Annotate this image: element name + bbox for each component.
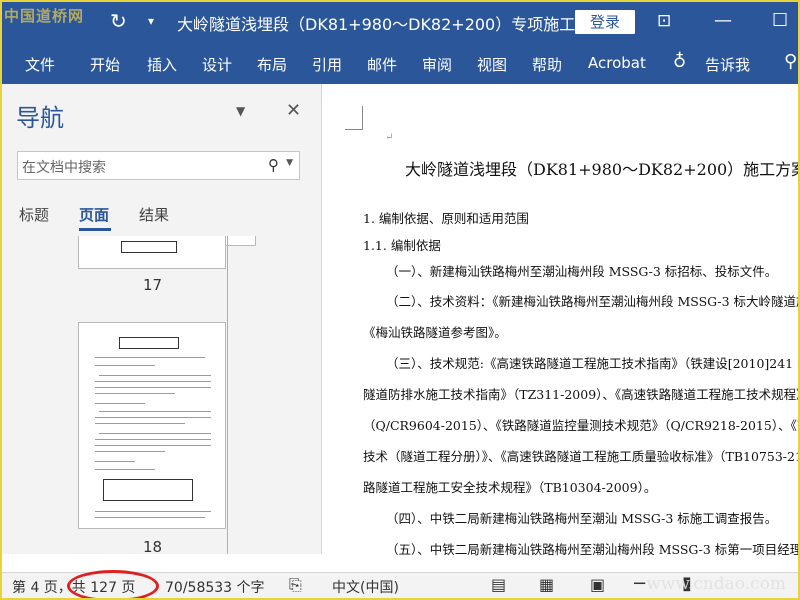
page-number-17: 17 xyxy=(143,276,163,294)
title-bar: 中国道桥网 ↻ ▾ 大岭隧道浅埋段（DK81+980～DK82+200）专项施工… xyxy=(2,2,798,42)
watermark-url: www.cndao.com xyxy=(646,574,786,594)
customize-toolbar-icon[interactable]: ▾ xyxy=(148,14,154,28)
document-heading: 大岭隧道浅埋段（DK81+980～DK82+200）施工方案 xyxy=(405,160,798,179)
tab-results[interactable]: 结果 xyxy=(139,204,169,225)
tab-review[interactable]: 审阅 xyxy=(422,54,452,75)
body-line: 隧道防排水施工技术指南》（TZ311-2009）、《高速铁路隧道工程施工技术规程… xyxy=(363,387,798,402)
watermark-logo: 中国道桥网 xyxy=(4,7,85,25)
body-line: （一）、新建梅汕铁路梅州至潮汕梅州段 MSSG-3 标招标、投标文件。 xyxy=(386,264,778,279)
body-line: （二）、技术资料：《新建梅汕铁路梅州至潮汕梅州段 MSSG-3 标大岭隧道施工图 xyxy=(386,294,798,309)
page-number-18: 18 xyxy=(143,538,163,554)
search-icon[interactable]: ⚲ xyxy=(268,156,279,174)
ribbon-tabs: 文件 开始 插入 设计 布局 引用 邮件 审阅 视图 帮助 Acrobat ♁ … xyxy=(2,42,798,84)
paragraph-mark: ↵ xyxy=(385,132,394,143)
tab-view[interactable]: 视图 xyxy=(477,54,507,75)
nav-scrollbar[interactable] xyxy=(227,236,228,554)
account-icon[interactable]: ⚲ xyxy=(784,51,797,72)
tab-home[interactable]: 开始 xyxy=(90,54,120,75)
tab-insert[interactable]: 插入 xyxy=(147,54,177,75)
active-tab-indicator xyxy=(79,228,111,231)
thumbnail-table xyxy=(121,241,177,253)
section-heading: 1. 编制依据、原则和适用范围 xyxy=(363,211,529,226)
tab-acrobat[interactable]: Acrobat xyxy=(588,54,646,72)
nav-pane-title: 导航 xyxy=(16,104,64,132)
navigation-pane: 导航 ▼ ✕ 在文档中搜索 ⚲ ▼ 标题 页面 结果 17 18 xyxy=(2,84,322,554)
page-margin-mark xyxy=(345,106,363,130)
page-thumbnail-18[interactable] xyxy=(78,322,226,529)
nav-options-dropdown-icon[interactable]: ▼ xyxy=(236,104,245,118)
tab-pages[interactable]: 页面 xyxy=(79,204,109,225)
body-line: （三）、技术规范:《高速铁路隧道工程施工技术指南》（铁建设[2010]241 号… xyxy=(386,356,798,371)
body-line: 路隧道工程施工安全技术规程》（TB10304-2009）。 xyxy=(363,480,657,495)
document-canvas[interactable]: ↵ 大岭隧道浅埋段（DK81+980～DK82+200）施工方案 1. 编制依据… xyxy=(323,84,798,557)
maximize-icon[interactable]: ☐ xyxy=(772,10,788,31)
body-line: 《梅汕铁路隧道参考图》。 xyxy=(363,325,507,340)
page-thumbnail-17[interactable] xyxy=(78,236,226,269)
highlight-annotation xyxy=(67,570,159,598)
word-window: 中国道桥网 ↻ ▾ 大岭隧道浅埋段（DK81+980～DK82+200）专项施工… xyxy=(2,2,798,598)
login-button[interactable]: 登录 xyxy=(575,10,635,34)
lightbulb-icon[interactable]: ♁ xyxy=(673,51,686,72)
body-line: 技术（隧道工程分册）》、《高速铁路隧道工程施工质量验收标准》（TB10753-2… xyxy=(363,449,798,464)
body-line: （Q/CR9604-2015）、《铁路隧道监控量测技术规范》（Q/CR9218-… xyxy=(363,418,798,433)
nav-search-box[interactable]: 在文档中搜索 ⚲ ▼ xyxy=(17,151,300,180)
tab-references[interactable]: 引用 xyxy=(312,54,342,75)
thumbnail-table xyxy=(119,337,179,349)
tab-help[interactable]: 帮助 xyxy=(532,54,562,75)
search-input[interactable]: 在文档中搜索 xyxy=(22,157,106,177)
tab-mailings[interactable]: 邮件 xyxy=(367,54,397,75)
tell-me-box[interactable]: 告诉我 xyxy=(705,54,750,75)
document-title: 大岭隧道浅埋段（DK81+980～DK82+200）专项施工... xyxy=(177,15,591,34)
ribbon-display-options-icon[interactable]: ⊡ xyxy=(657,11,671,31)
zoom-out-icon[interactable]: − xyxy=(632,573,647,594)
tab-design[interactable]: 设计 xyxy=(202,54,232,75)
web-layout-icon[interactable]: ▣ xyxy=(590,575,605,594)
minimize-icon[interactable]: — xyxy=(714,10,732,31)
proofing-icon[interactable]: ⎘ xyxy=(289,575,302,595)
close-icon[interactable]: ✕ xyxy=(286,100,301,121)
body-line: （四）、中铁二局新建梅汕铁路梅州至潮汕 MSSG-3 标施工调查报告。 xyxy=(386,511,778,526)
tab-file[interactable]: 文件 xyxy=(25,54,55,75)
read-mode-icon[interactable]: ▤ xyxy=(491,575,506,594)
thumbnail-table xyxy=(103,479,193,501)
language-indicator[interactable]: 中文(中国) xyxy=(332,577,399,597)
subsection-heading: 1.1. 编制依据 xyxy=(363,238,441,253)
tab-layout[interactable]: 布局 xyxy=(257,54,287,75)
redo-icon[interactable]: ↻ xyxy=(110,9,127,33)
page-thumbnails: 17 18 xyxy=(2,236,320,554)
word-count[interactable]: 70/58533 个字 xyxy=(165,577,265,597)
tab-headings[interactable]: 标题 xyxy=(19,204,49,225)
page-thumbnail-edge xyxy=(226,236,256,246)
body-line: （五）、中铁二局新建梅汕铁路梅州至潮汕梅州段 MSSG-3 标第一项目经理部项目 xyxy=(386,542,798,557)
print-layout-icon[interactable]: ▦ xyxy=(539,575,554,594)
chevron-down-icon[interactable]: ▼ xyxy=(286,158,293,168)
